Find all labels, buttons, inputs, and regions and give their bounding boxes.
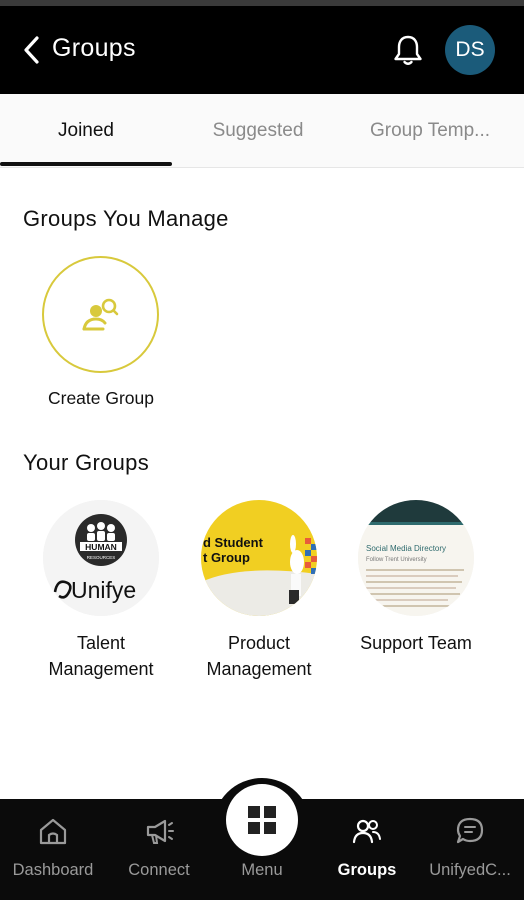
section-title-manage: Groups You Manage: [23, 206, 229, 231]
people-icon: [352, 819, 381, 844]
nav-label-connect: Connect: [128, 861, 190, 879]
tab-bar: Joined Suggested Group Temp...: [0, 94, 524, 168]
group-name-line2: Management: [206, 659, 312, 679]
group-name-talent[interactable]: Talent Management: [22, 630, 180, 682]
notifications-button[interactable]: [390, 32, 426, 68]
bell-icon: [394, 35, 422, 65]
group-image-support[interactable]: Social Media Directory Follow Trent Univ…: [358, 500, 474, 616]
home-icon: [39, 818, 67, 845]
menu-button[interactable]: [226, 784, 298, 856]
back-button[interactable]: [18, 32, 46, 68]
directory-title-text: Social Media Directory: [366, 544, 446, 553]
section-title-your-groups: Your Groups: [23, 450, 150, 475]
nav-label-dashboard: Dashboard: [12, 861, 94, 879]
group-name-support[interactable]: Support Team: [337, 630, 495, 656]
group-image-talent[interactable]: HUMAN RESOURCES Unifye: [43, 500, 159, 616]
group-name-line1: Talent: [76, 633, 126, 653]
hr-logo-image: HUMAN RESOURCES Unifye: [43, 500, 159, 616]
nav-label-unifyed-chat: UnifyedC...: [429, 861, 511, 879]
student-group-image: d Student t Group: [201, 500, 317, 616]
student-group-text-1: d Student: [203, 535, 264, 550]
hr-badge-text: HUMAN: [85, 542, 117, 552]
create-group-label[interactable]: Create Group: [24, 388, 178, 409]
group-name-product[interactable]: Product Management: [180, 630, 338, 682]
grid-icon: [248, 806, 276, 834]
chat-icon: [456, 817, 484, 844]
page-title: Groups: [52, 34, 136, 62]
nav-item-dashboard[interactable]: Dashboard: [1, 799, 105, 900]
unifyed-logo-text: Unifye: [71, 577, 136, 603]
hr-badge-subtext: RESOURCES: [87, 555, 116, 560]
nav-item-connect[interactable]: Connect: [107, 799, 211, 900]
student-group-text-2: t Group: [203, 550, 250, 565]
create-group-button[interactable]: [42, 256, 159, 373]
group-image-product[interactable]: d Student t Group: [201, 500, 317, 616]
megaphone-icon: [146, 819, 174, 844]
active-tab-indicator: [0, 162, 172, 166]
tab-group-templates[interactable]: Group Temp...: [344, 94, 516, 168]
chevron-left-icon: [24, 36, 39, 64]
group-name-line2: Management: [48, 659, 154, 679]
nav-label-groups: Groups: [337, 861, 397, 879]
tab-joined[interactable]: Joined: [0, 94, 172, 168]
nav-item-unifyed-chat[interactable]: UnifyedC...: [418, 799, 522, 900]
social-directory-image: Social Media Directory Follow Trent Univ…: [358, 500, 474, 616]
group-name-line1: Product: [227, 633, 291, 653]
avatar[interactable]: DS: [445, 25, 495, 75]
tab-suggested[interactable]: Suggested: [172, 94, 344, 168]
app-header: Groups DS: [0, 6, 524, 94]
nav-label-menu[interactable]: Menu: [212, 861, 312, 880]
directory-subtitle-text: Follow Trent University: [366, 557, 427, 563]
add-user-icon: [82, 298, 118, 330]
nav-item-groups[interactable]: Groups: [315, 799, 419, 900]
group-name-line1: Support Team: [360, 633, 472, 653]
